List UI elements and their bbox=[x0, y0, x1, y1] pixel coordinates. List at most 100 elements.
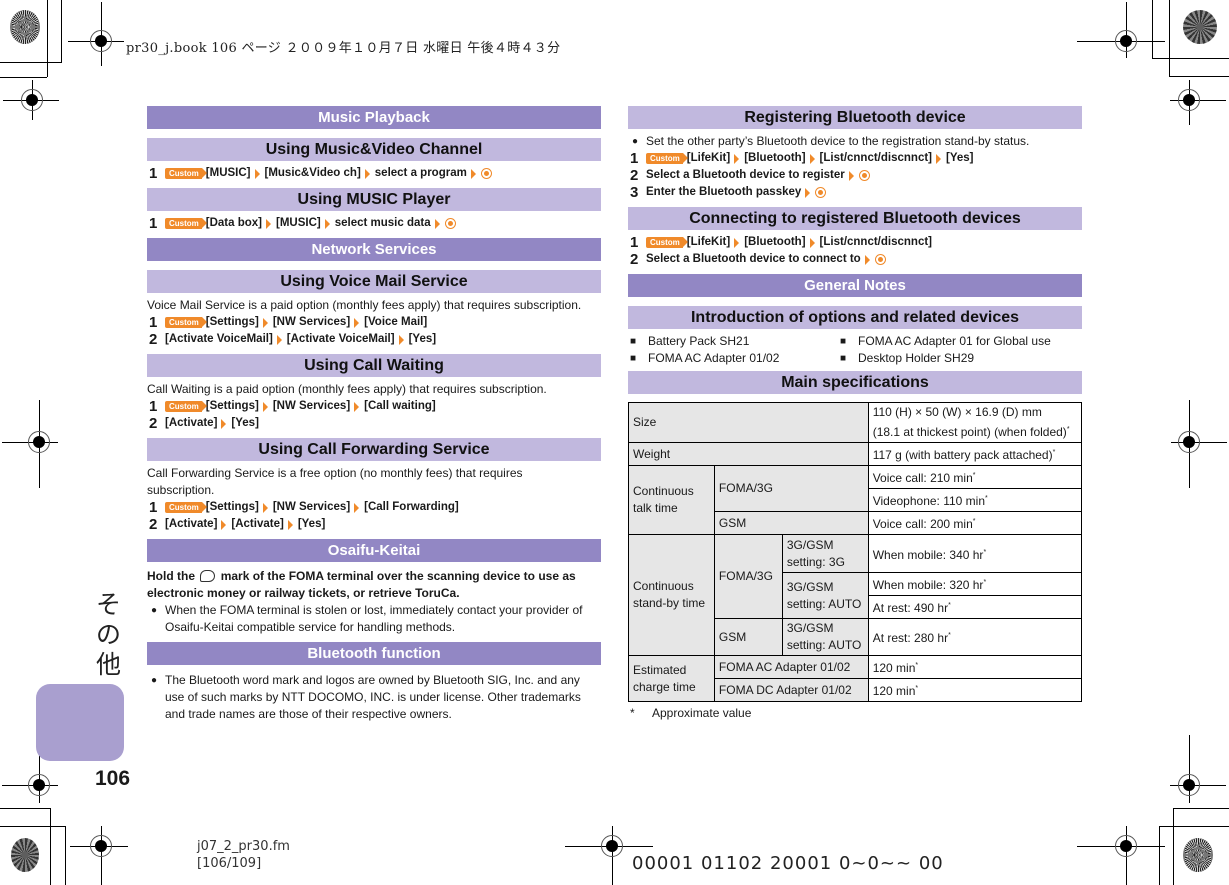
arrow-right-icon bbox=[354, 502, 360, 513]
arrow-right-icon bbox=[364, 168, 370, 179]
arrow-right-icon bbox=[470, 168, 476, 179]
spec-value: At rest: 280 hr bbox=[872, 631, 949, 645]
osaifu-lead: Hold the mark of the FOMA terminal over … bbox=[147, 568, 601, 602]
enter-key-icon bbox=[480, 168, 492, 179]
step: 1 Custom [LifeKit] [Bluetooth] [List/cnn… bbox=[628, 150, 1082, 167]
subsection-title-main-specifications: Main specifications bbox=[628, 371, 1082, 394]
registration-starburst-icon bbox=[10, 10, 40, 44]
table-cell: 3G/GSM setting: AUTO bbox=[781, 618, 869, 656]
enter-key-icon bbox=[874, 254, 886, 265]
bullet-icon: ● bbox=[632, 136, 639, 147]
footer-code: 00001 01102 20001 0~0~~ 00 bbox=[632, 853, 944, 874]
footnote-text: Approximate value bbox=[652, 706, 752, 720]
footnote-mark: * bbox=[972, 472, 976, 479]
arrow-right-icon bbox=[262, 317, 268, 328]
arrow-right-icon bbox=[848, 170, 854, 181]
step-part: [List/cnnct/discnnct] bbox=[819, 236, 932, 248]
section-title-network-services: Network Services bbox=[147, 238, 601, 261]
spec-value: Videophone: 110 min bbox=[872, 494, 986, 508]
arrow-right-icon bbox=[266, 218, 272, 229]
step-part: select music data bbox=[334, 217, 431, 229]
custom-key-icon: Custom bbox=[165, 317, 207, 328]
step-part: [Settings] bbox=[205, 316, 259, 328]
step-number: 1 bbox=[149, 215, 158, 232]
step-number: 1 bbox=[149, 165, 158, 182]
step-part: select a program bbox=[374, 167, 467, 179]
table-cell: FOMA/3G bbox=[713, 465, 869, 512]
table-cell: 3G/GSM setting: 3G bbox=[781, 534, 869, 573]
step-part: [Yes] bbox=[297, 518, 326, 530]
step-part: [Yes] bbox=[946, 152, 974, 164]
table-cell: GSM bbox=[713, 511, 869, 535]
arrow-right-icon bbox=[734, 237, 740, 248]
osaifu-lead-before: Hold the bbox=[147, 569, 195, 583]
step-part: [Settings] bbox=[205, 501, 259, 513]
arrow-right-icon bbox=[805, 187, 811, 198]
print-info-header: pr30_j.book 106 ページ ２００９年１０月７日 水曜日 午後４時４… bbox=[126, 41, 561, 56]
step: 1 Custom [Data box] [MUSIC] select music… bbox=[147, 215, 601, 232]
step-part: [Activate] bbox=[165, 417, 218, 429]
enter-key-icon bbox=[858, 170, 870, 181]
table-cell: Continuous talk time bbox=[628, 465, 715, 535]
step: 2 Select a Bluetooth device to register bbox=[628, 167, 1082, 184]
footnote-mark: * bbox=[630, 706, 635, 720]
options-list: ■ Battery Pack SH21 ■ FOMA AC Adapter 01 f… bbox=[628, 333, 1082, 367]
subsection-title-music-player: Using MUSIC Player bbox=[147, 188, 601, 211]
list-item: ■ FOMA AC Adapter 01/02 bbox=[628, 350, 838, 367]
section-index-tab[interactable] bbox=[36, 684, 124, 761]
step-part: [Call waiting] bbox=[364, 400, 436, 412]
list-item: ● The Bluetooth word mark and logos are … bbox=[147, 672, 601, 723]
table-row: Continuous talk time FOMA/3G Voice call:… bbox=[628, 465, 1083, 535]
register-bullet-text: Set the other party’s Bluetooth device t… bbox=[646, 134, 1030, 148]
spec-value: At rest: 490 hr bbox=[872, 601, 949, 615]
step-text: Enter the Bluetooth passkey bbox=[646, 186, 802, 198]
step-part: [LifeKit] bbox=[686, 152, 731, 164]
table-cell: Weight bbox=[628, 442, 869, 466]
square-bullet-icon: ■ bbox=[840, 353, 847, 364]
weight-value: 117 g (with battery pack attached) bbox=[872, 448, 1053, 462]
table-cell: Videophone: 110 min* bbox=[867, 488, 1083, 512]
bullet-icon: ● bbox=[151, 675, 158, 686]
step-number: 2 bbox=[630, 251, 639, 268]
footnote-mark: * bbox=[983, 548, 987, 556]
arrow-right-icon bbox=[221, 418, 227, 429]
step-part: [Activate] bbox=[165, 518, 218, 530]
arrow-right-icon bbox=[221, 519, 227, 530]
footnote: * Approximate value bbox=[628, 705, 1082, 722]
option-name: Battery Pack SH21 bbox=[648, 334, 750, 348]
table-cell: Voice call: 210 min* bbox=[867, 465, 1083, 489]
subsection-title-call-waiting: Using Call Waiting bbox=[147, 354, 601, 377]
option-name: FOMA AC Adapter 01 for Global use bbox=[858, 334, 1051, 348]
subsection-title-music-video-channel: Using Music&Video Channel bbox=[147, 138, 601, 161]
list-item: ■ Desktop Holder SH29 bbox=[838, 350, 1082, 367]
registration-starburst-icon bbox=[11, 838, 39, 872]
step-part: [Activate VoiceMail] bbox=[286, 333, 395, 345]
step-part: [Voice Mail] bbox=[364, 316, 428, 328]
table-cell: When mobile: 340 hr* bbox=[867, 534, 1083, 573]
felica-mark-icon bbox=[200, 570, 216, 582]
step-part: [Bluetooth] bbox=[744, 152, 806, 164]
step-part: [Data box] bbox=[205, 217, 263, 229]
custom-key-icon: Custom bbox=[165, 401, 207, 412]
square-bullet-icon: ■ bbox=[630, 336, 637, 347]
table-cell: At rest: 490 hr* bbox=[867, 595, 1083, 619]
table-row: Weight 117 g (with battery pack attached… bbox=[628, 442, 1083, 466]
step-part: [Activate] bbox=[231, 518, 284, 530]
registration-starburst-icon bbox=[1183, 10, 1217, 44]
bullet-icon: ● bbox=[151, 605, 158, 616]
table-cell: Voice call: 200 min* bbox=[867, 511, 1083, 535]
arrow-right-icon bbox=[809, 237, 815, 248]
list-item: ● When the FOMA terminal is stolen or lo… bbox=[147, 602, 601, 636]
call-waiting-description: Call Waiting is a paid option (monthly f… bbox=[147, 382, 547, 396]
table-cell: GSM bbox=[713, 618, 783, 656]
arrow-right-icon bbox=[809, 153, 815, 164]
arrow-right-icon bbox=[434, 218, 440, 229]
step: 2 [Activate] [Activate] [Yes] bbox=[147, 516, 601, 533]
section-title-bluetooth-function: Bluetooth function bbox=[147, 642, 601, 665]
spec-value: 120 min bbox=[872, 684, 916, 698]
size-value-line: 110 (H) × 50 (W) × 16.9 (D) mm bbox=[872, 405, 1042, 419]
table-row: Estimated charge time FOMA AC Adapter 01… bbox=[628, 655, 1083, 702]
footnote-mark: * bbox=[972, 518, 976, 525]
spec-value: When mobile: 340 hr bbox=[872, 547, 984, 562]
footer-file-name: j07_2_pr30.fm bbox=[197, 839, 290, 854]
